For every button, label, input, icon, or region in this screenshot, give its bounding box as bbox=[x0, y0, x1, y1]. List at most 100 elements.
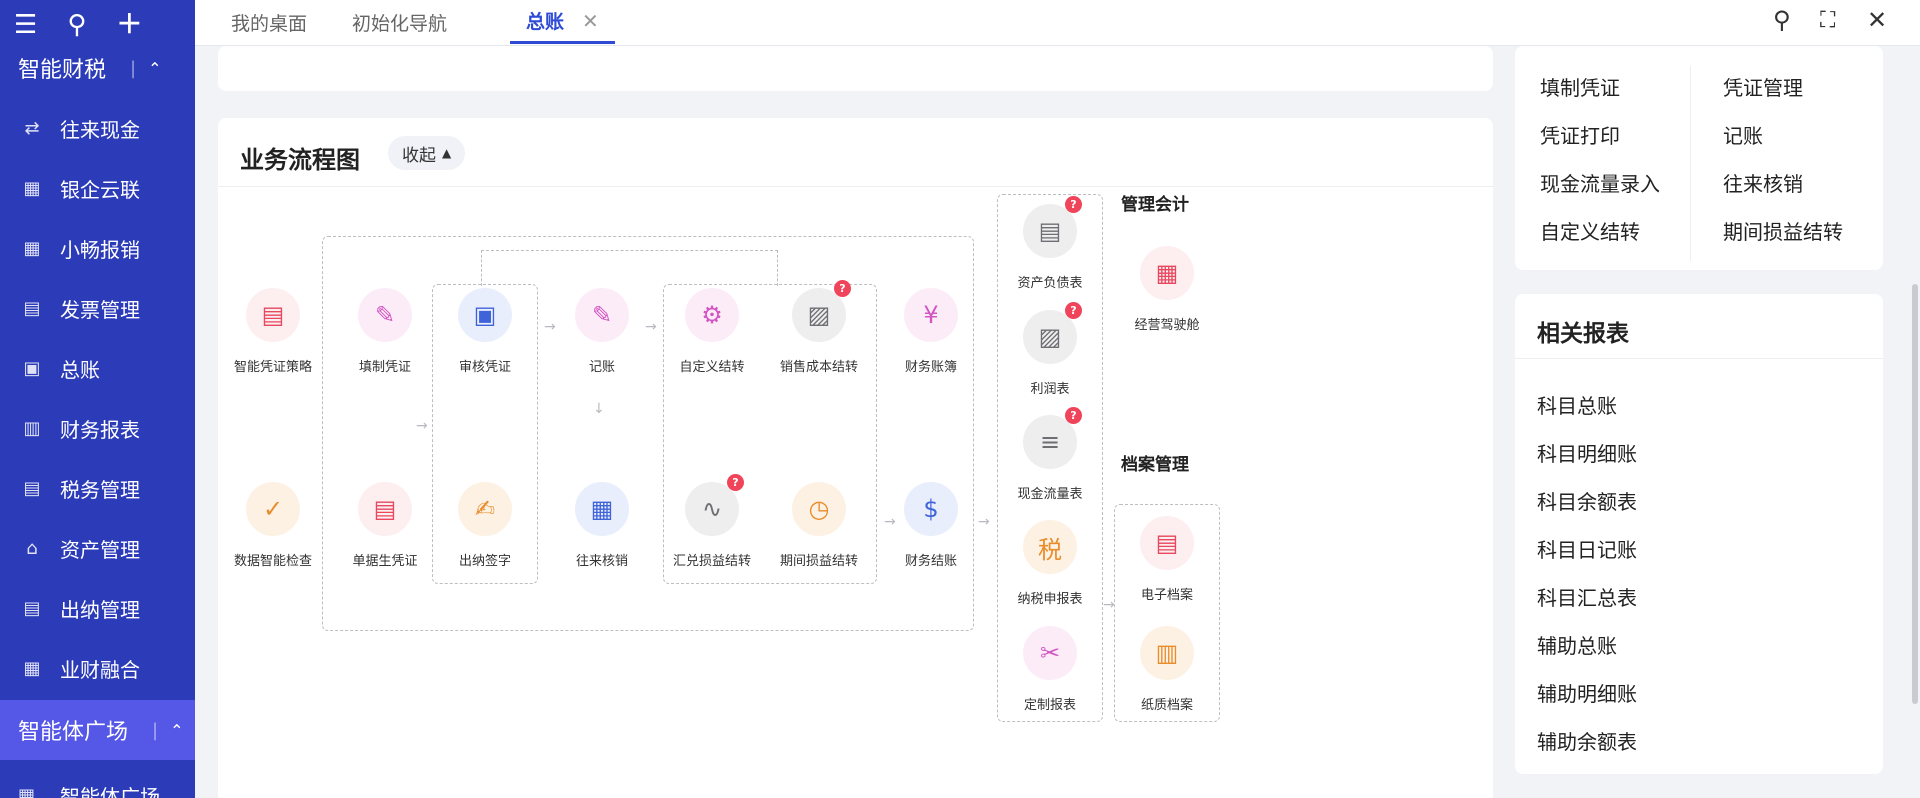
sidebar-item-integration[interactable]: ▦ 业财融合 bbox=[0, 638, 195, 698]
tab-bar: 我的桌面 初始化导航 总账 ✕ ⚲ ⛶ ✕ bbox=[195, 0, 1920, 46]
node-label: 数据智能检查 bbox=[233, 554, 312, 569]
sidebar-nav: ⇄ 往来现金 ▦ 银企云联 ▦ 小畅报销 ▤ 发票管理 ▣ 总账 ▥ 财务报表 ▤ 税务管理 … bbox=[0, 98, 195, 698]
sidebar-item-ledger[interactable]: ▣ 总账 bbox=[0, 338, 195, 398]
sidebar-item-cash[interactable]: ⇄ 往来现金 bbox=[0, 98, 195, 158]
collapse-label: 收起 bbox=[402, 145, 436, 166]
collapse-button[interactable]: 收起 ▲ bbox=[388, 136, 466, 170]
node-fill-voucher[interactable]: ✎ 填制凭证 bbox=[330, 288, 440, 375]
sidebar-item-agent-plaza[interactable]: ▦ 智能体广场 bbox=[0, 775, 195, 798]
node-cost-carry[interactable]: ▨ 销售成本结转? bbox=[764, 280, 874, 375]
help-badge-icon[interactable]: ? bbox=[1065, 302, 1082, 319]
node-label: 财务结账 bbox=[904, 554, 957, 569]
sidebar-item-tax[interactable]: ▤ 税务管理 bbox=[0, 458, 195, 518]
node-income-stmt[interactable]: ▨ 利润表? bbox=[995, 302, 1105, 397]
sidebar-item-label: 总账 bbox=[60, 357, 100, 382]
node-balance-sheet[interactable]: ▤ 资产负债表? bbox=[995, 196, 1105, 291]
transfer-icon: ⇄ bbox=[24, 117, 40, 139]
node-label: 利润表 bbox=[1030, 382, 1070, 397]
node-period-carry[interactable]: ◷ 期间损益结转 bbox=[764, 482, 874, 569]
node-fin-books[interactable]: ¥ 财务账簿 bbox=[876, 288, 986, 375]
tab-label: 总账 bbox=[526, 11, 565, 33]
node-audit-voucher[interactable]: ▣ 审核凭证 bbox=[430, 288, 540, 375]
node-e-archive[interactable]: ▤ 电子档案 bbox=[1112, 516, 1222, 603]
tab-my-desktop[interactable]: 我的桌面 bbox=[231, 0, 307, 44]
node-tax-report[interactable]: 税纳税申报表 bbox=[995, 520, 1105, 607]
cashier-icon: ▤ bbox=[23, 597, 41, 619]
sidebar-item-bank[interactable]: ▦ 银企云联 bbox=[0, 158, 195, 218]
scrollbar-thumb[interactable] bbox=[1912, 284, 1918, 704]
close-tab-icon[interactable]: ✕ bbox=[582, 9, 599, 33]
node-label: 纳税申报表 bbox=[1017, 592, 1083, 607]
node-custom-report[interactable]: ✂ 定制报表 bbox=[995, 626, 1105, 713]
link-custom-carry[interactable]: 自定义结转 bbox=[1540, 216, 1640, 245]
tax-icon: ▤ bbox=[23, 477, 41, 499]
report-link[interactable]: 辅助余额表 bbox=[1537, 726, 1637, 755]
link-voucher-mgmt[interactable]: 凭证管理 bbox=[1723, 72, 1803, 101]
audit-icon: ▣ bbox=[458, 288, 512, 342]
report-link[interactable]: 科目汇总表 bbox=[1537, 582, 1637, 611]
close-icon[interactable]: ✕ bbox=[1867, 6, 1887, 34]
node-paper-archive[interactable]: ▥ 纸质档案 bbox=[1112, 626, 1222, 713]
menu-icon[interactable]: ☰ bbox=[14, 12, 37, 38]
plus-icon[interactable]: ＋ bbox=[116, 12, 142, 38]
report-link[interactable]: 辅助总账 bbox=[1537, 630, 1617, 659]
sidebar: ☰ ⚲ ＋ 智能财税 | ⌃ ⇄ 往来现金 ▦ 银企云联 ▦ 小畅报销 ▤ 发票管理 ▣… bbox=[0, 0, 195, 798]
node-smart-voucher[interactable]: ▤ 智能凭证策略 bbox=[218, 288, 328, 375]
tab-label: 我的桌面 bbox=[231, 12, 308, 35]
link-cashflow-entry[interactable]: 现金流量录入 bbox=[1540, 168, 1660, 197]
help-badge-icon[interactable]: ? bbox=[1065, 407, 1082, 424]
link-bookkeeping[interactable]: 记账 bbox=[1723, 120, 1763, 149]
node-label: 现金流量表 bbox=[1017, 487, 1083, 502]
node-fx-carry[interactable]: ∿ 汇兑损益结转? bbox=[657, 474, 767, 569]
sidebar-item-assets[interactable]: ⌂ 资产管理 bbox=[0, 518, 195, 578]
grid-icon: ▦ bbox=[23, 177, 41, 199]
chevron-up-icon: ⌃ bbox=[170, 720, 184, 740]
divider bbox=[218, 186, 1493, 187]
tab-general-ledger[interactable]: 总账 ✕ bbox=[510, 0, 615, 44]
book-icon: ¥ bbox=[904, 288, 958, 342]
scrollbar[interactable] bbox=[1912, 46, 1920, 798]
tab-label: 初始化导航 bbox=[352, 12, 448, 35]
paper-doc-icon: ▥ bbox=[1140, 626, 1194, 680]
node-custom-carry[interactable]: ⚙ 自定义结转 bbox=[657, 288, 767, 375]
search-icon[interactable]: ⚲ bbox=[1773, 6, 1791, 34]
report-link[interactable]: 科目明细账 bbox=[1537, 438, 1637, 467]
grid-icon: ▦ bbox=[23, 657, 41, 679]
link-ar-ap-verify[interactable]: 往来核销 bbox=[1723, 168, 1803, 197]
sidebar-section-agent-plaza[interactable]: 智能体广场 | ⌃ bbox=[0, 700, 195, 760]
tax-icon: 税 bbox=[1023, 520, 1077, 574]
sidebar-item-invoice[interactable]: ▤ 发票管理 bbox=[0, 278, 195, 338]
node-ar-ap-verify[interactable]: ▦ 往来核销 bbox=[547, 482, 657, 569]
help-badge-icon[interactable]: ? bbox=[1065, 196, 1082, 213]
tab-init-nav[interactable]: 初始化导航 bbox=[352, 0, 447, 44]
sidebar-item-label: 智能体广场 bbox=[60, 784, 160, 798]
dashboard-icon: ▦ bbox=[1140, 246, 1194, 300]
node-cashflow-stmt[interactable]: ≡ 现金流量表? bbox=[995, 407, 1105, 502]
node-label: 期间损益结转 bbox=[779, 554, 858, 569]
sidebar-section-smart-finance[interactable]: 智能财税 | ⌃ bbox=[0, 38, 195, 98]
help-badge-icon[interactable]: ? bbox=[834, 280, 851, 297]
report-link[interactable]: 辅助明细账 bbox=[1537, 678, 1637, 707]
node-fin-close[interactable]: $ 财务结账 bbox=[876, 482, 986, 569]
fullscreen-icon[interactable]: ⛶ bbox=[1820, 8, 1835, 33]
grid-icon: ▦ bbox=[23, 237, 41, 259]
report-link[interactable]: 科目日记账 bbox=[1537, 534, 1637, 563]
link-voucher-print[interactable]: 凭证打印 bbox=[1540, 120, 1620, 149]
node-mgmt-cockpit[interactable]: ▦ 经营驾驶舱 bbox=[1112, 246, 1222, 333]
report-link[interactable]: 科目总账 bbox=[1537, 390, 1617, 419]
node-label: 经营驾驶舱 bbox=[1134, 318, 1200, 333]
node-cashier-sign[interactable]: ✍ 出纳签字 bbox=[430, 482, 540, 569]
sidebar-item-cashier[interactable]: ▤ 出纳管理 bbox=[0, 578, 195, 638]
link-fill-voucher[interactable]: 填制凭证 bbox=[1540, 72, 1620, 101]
search-icon[interactable]: ⚲ bbox=[67, 12, 86, 38]
section-label: 智能体广场 bbox=[18, 720, 129, 745]
report-link[interactable]: 科目余额表 bbox=[1537, 486, 1637, 515]
sidebar-item-reports[interactable]: ▥ 财务报表 bbox=[0, 398, 195, 458]
help-badge-icon[interactable]: ? bbox=[727, 474, 744, 491]
node-data-check[interactable]: ✓ 数据智能检查 bbox=[218, 482, 328, 569]
node-label: 审核凭证 bbox=[458, 360, 511, 375]
sidebar-item-expense[interactable]: ▦ 小畅报销 bbox=[0, 218, 195, 278]
link-period-carry[interactable]: 期间损益结转 bbox=[1723, 216, 1843, 245]
node-doc-voucher[interactable]: ▤ 单据生凭证 bbox=[330, 482, 440, 569]
node-bookkeeping[interactable]: ✎ 记账 bbox=[547, 288, 657, 375]
